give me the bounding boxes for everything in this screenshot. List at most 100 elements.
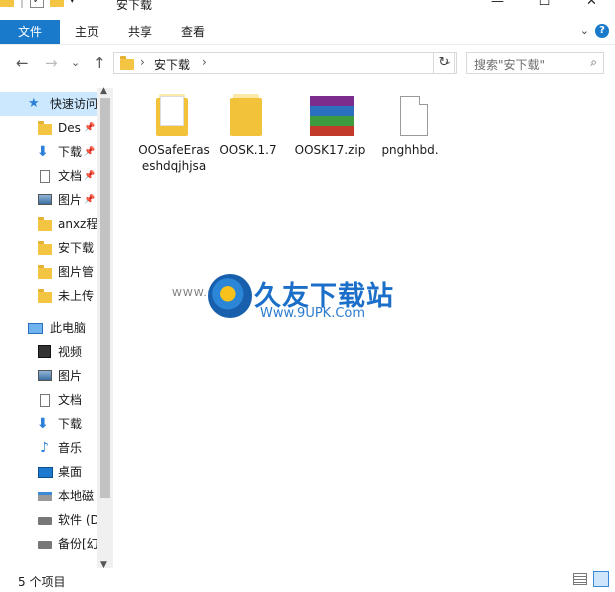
computer-icon — [28, 323, 43, 334]
nav-label: 备份[幻 — [58, 537, 97, 551]
file-item[interactable]: OOSK.1.7 — [209, 88, 287, 158]
search-placeholder: 搜索"安下载" — [474, 58, 546, 72]
file-name: OOSK17.zip — [294, 143, 366, 157]
nav-item-pictures-pc[interactable]: 图片 — [0, 364, 97, 388]
scroll-up-icon[interactable]: ▲ — [100, 86, 107, 96]
folder-icon — [38, 289, 52, 303]
nav-label: 软件 (D — [58, 513, 97, 527]
nav-item-documents-pc[interactable]: 文档 — [0, 388, 97, 412]
folder-icon — [0, 0, 14, 7]
help-icon[interactable]: ? — [595, 24, 609, 38]
recent-locations-icon[interactable]: ⌄ — [71, 56, 80, 69]
picture-icon — [38, 194, 52, 205]
pin-icon: 📌 — [84, 195, 96, 205]
address-bar[interactable]: › 安下载 › ⌄ — [113, 52, 457, 74]
download-icon: ⬇ — [37, 144, 49, 160]
folder-icon — [224, 94, 272, 138]
nav-label: 未上传 — [58, 289, 95, 303]
quick-access-toolbar: | ✓ ▾ — [0, 0, 75, 8]
tab-file[interactable]: 文件 — [0, 20, 60, 44]
search-icon[interactable]: ⌕ — [590, 55, 597, 70]
folder-icon — [38, 241, 52, 255]
pin-icon: 📌 — [84, 171, 96, 181]
address-row: ← → ⌄ ↑ › 安下载 › ⌄ ↻ 搜索"安下载" ⌕ — [0, 45, 615, 83]
up-arrow-icon[interactable]: ↑ — [93, 54, 106, 72]
nav-item-this-pc[interactable]: 此电脑 — [0, 316, 97, 340]
file-item[interactable]: OOSafeEraseshdqjhjsa — [135, 88, 213, 174]
nav-scrollbar[interactable]: ▲ ▼ — [97, 86, 113, 570]
nav-label: 图片 — [58, 193, 83, 207]
nav-label: Des — [58, 121, 81, 135]
search-input[interactable]: 搜索"安下载" ⌕ — [466, 52, 604, 74]
large-icons-view-icon[interactable] — [593, 571, 609, 587]
nav-label: 安下载 — [58, 241, 95, 255]
download-icon: ⬇ — [37, 416, 49, 432]
video-icon — [38, 345, 51, 358]
nav-item-desktop[interactable]: Des 📌 — [0, 116, 97, 140]
drive-icon — [38, 541, 52, 549]
forward-arrow-icon[interactable]: → — [45, 54, 58, 72]
nav-label: 视频 — [58, 345, 83, 359]
nav-label: 音乐 — [58, 441, 83, 455]
nav-item-downloads-pc[interactable]: ⬇ 下载 — [0, 412, 97, 436]
scrollbar-thumb[interactable] — [100, 98, 110, 498]
nav-item-backup-drive[interactable]: 备份[幻 — [0, 532, 97, 556]
folder-icon — [38, 265, 52, 279]
nav-item-music[interactable]: ♪ 音乐 — [0, 436, 97, 460]
folder-icon — [38, 121, 52, 135]
archive-icon — [306, 94, 354, 138]
window-controls: — ☐ ✕ — [474, 0, 615, 9]
status-bar: 5 个项目 — [0, 568, 615, 592]
pin-icon: 📌 — [84, 147, 96, 157]
item-count: 5 个项目 — [18, 575, 66, 589]
nav-item-software-drive[interactable]: 软件 (D — [0, 508, 97, 532]
nav-label: 此电脑 — [50, 321, 87, 335]
chevron-right-icon[interactable]: › — [140, 55, 145, 69]
star-icon: ★ — [28, 96, 40, 111]
nav-label: 本地磁 — [58, 489, 95, 503]
windows-drive-icon — [38, 492, 52, 501]
nav-item-downloads[interactable]: ⬇ 下载 📌 — [0, 140, 97, 164]
nav-label: 下载 — [58, 417, 83, 431]
nav-item-videos[interactable]: 视频 — [0, 340, 97, 364]
nav-item-anxz[interactable]: anxz程 — [0, 212, 97, 236]
file-item[interactable]: pnghhbd. — [371, 88, 449, 158]
file-name: OOSK.1.7 — [219, 143, 277, 157]
pin-icon: 📌 — [84, 123, 96, 133]
nav-item-image-manager[interactable]: 图片管 — [0, 260, 97, 284]
file-name: pnghhbd. — [381, 143, 439, 157]
ribbon-tabs: 文件 主页 共享 查看 ⌄ ? — [0, 20, 615, 45]
nav-item-desktop-pc[interactable]: 桌面 — [0, 460, 97, 484]
nav-label: 桌面 — [58, 465, 83, 479]
nav-item-quick-access[interactable]: ★ 快速访问 — [0, 92, 97, 116]
tab-share[interactable]: 共享 — [114, 20, 166, 44]
nav-label: 文档 — [58, 393, 83, 407]
customize-toolbar-icon[interactable]: ▾ — [70, 0, 75, 6]
tab-view[interactable]: 查看 — [168, 20, 218, 44]
document-icon — [40, 394, 50, 407]
title-bar: | ✓ ▾ 安下载 — ☐ ✕ — [0, 0, 615, 20]
nav-item-not-uploaded[interactable]: 未上传 — [0, 284, 97, 308]
refresh-button[interactable]: ↻ — [433, 52, 455, 74]
nav-item-documents[interactable]: 文档 📌 — [0, 164, 97, 188]
minimize-button[interactable]: — — [474, 0, 521, 9]
details-view-icon[interactable] — [573, 573, 587, 585]
tab-home[interactable]: 主页 — [62, 20, 112, 44]
nav-item-local-disk[interactable]: 本地磁 — [0, 484, 97, 508]
new-folder-icon[interactable] — [50, 0, 65, 7]
back-arrow-icon[interactable]: ← — [16, 54, 29, 72]
maximize-button[interactable]: ☐ — [521, 0, 568, 9]
file-item[interactable]: OOSK17.zip — [291, 88, 369, 158]
nav-label: 图片管 — [58, 265, 95, 279]
breadcrumb[interactable]: 安下载 — [154, 56, 190, 73]
close-button[interactable]: ✕ — [568, 0, 615, 9]
expand-ribbon-icon[interactable]: ⌄ — [580, 24, 589, 37]
blank-file-icon — [386, 94, 434, 138]
window-title: 安下载 — [116, 0, 153, 12]
drive-icon — [38, 517, 52, 525]
properties-icon[interactable]: ✓ — [30, 0, 45, 8]
chevron-right-icon[interactable]: › — [202, 55, 207, 69]
nav-item-anxiazai[interactable]: 安下载 — [0, 236, 97, 260]
nav-item-pictures[interactable]: 图片 📌 — [0, 188, 97, 212]
document-icon — [40, 170, 50, 183]
